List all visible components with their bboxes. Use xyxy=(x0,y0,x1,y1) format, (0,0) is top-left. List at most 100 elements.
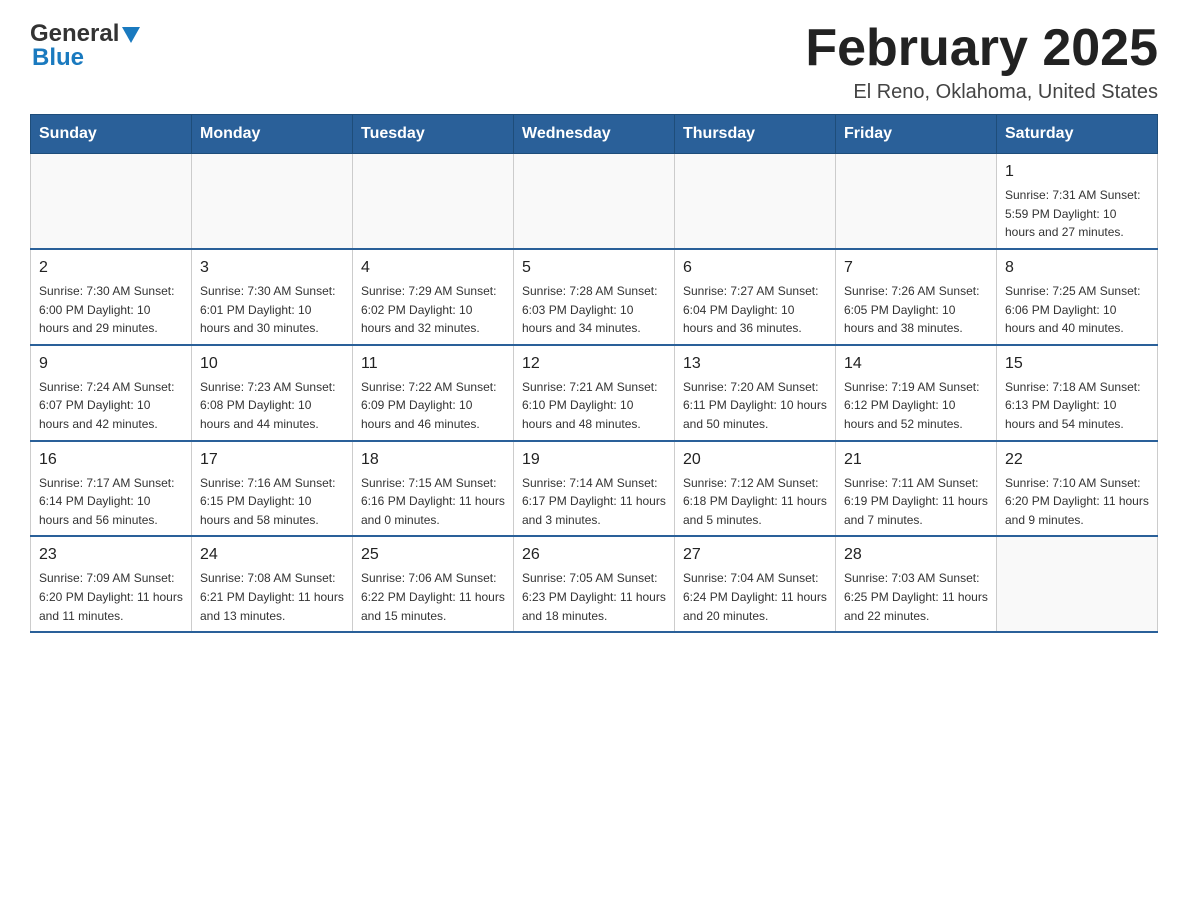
day-number: 24 xyxy=(200,543,344,567)
day-of-week-header: Tuesday xyxy=(353,115,514,154)
day-number: 28 xyxy=(844,543,988,567)
calendar-day-cell xyxy=(997,536,1158,632)
day-info: Sunrise: 7:30 AM Sunset: 6:01 PM Dayligh… xyxy=(200,282,344,338)
calendar-day-cell xyxy=(31,154,192,249)
calendar-day-cell xyxy=(675,154,836,249)
calendar-week-row: 1Sunrise: 7:31 AM Sunset: 5:59 PM Daylig… xyxy=(31,154,1158,249)
day-number: 13 xyxy=(683,352,827,376)
day-number: 22 xyxy=(1005,448,1149,472)
calendar-week-row: 23Sunrise: 7:09 AM Sunset: 6:20 PM Dayli… xyxy=(31,536,1158,632)
day-info: Sunrise: 7:21 AM Sunset: 6:10 PM Dayligh… xyxy=(522,378,666,434)
day-of-week-header: Thursday xyxy=(675,115,836,154)
calendar-day-cell: 11Sunrise: 7:22 AM Sunset: 6:09 PM Dayli… xyxy=(353,345,514,441)
day-info: Sunrise: 7:30 AM Sunset: 6:00 PM Dayligh… xyxy=(39,282,183,338)
day-number: 25 xyxy=(361,543,505,567)
calendar-day-cell: 5Sunrise: 7:28 AM Sunset: 6:03 PM Daylig… xyxy=(514,249,675,345)
day-number: 2 xyxy=(39,256,183,280)
day-number: 12 xyxy=(522,352,666,376)
day-number: 8 xyxy=(1005,256,1149,280)
calendar-day-cell: 3Sunrise: 7:30 AM Sunset: 6:01 PM Daylig… xyxy=(192,249,353,345)
calendar-day-cell: 12Sunrise: 7:21 AM Sunset: 6:10 PM Dayli… xyxy=(514,345,675,441)
day-info: Sunrise: 7:03 AM Sunset: 6:25 PM Dayligh… xyxy=(844,569,988,625)
calendar-day-cell: 7Sunrise: 7:26 AM Sunset: 6:05 PM Daylig… xyxy=(836,249,997,345)
calendar-day-cell: 18Sunrise: 7:15 AM Sunset: 6:16 PM Dayli… xyxy=(353,441,514,537)
day-info: Sunrise: 7:29 AM Sunset: 6:02 PM Dayligh… xyxy=(361,282,505,338)
logo-triangle-icon xyxy=(122,27,140,43)
day-number: 4 xyxy=(361,256,505,280)
day-number: 15 xyxy=(1005,352,1149,376)
calendar-day-cell: 10Sunrise: 7:23 AM Sunset: 6:08 PM Dayli… xyxy=(192,345,353,441)
calendar-week-row: 2Sunrise: 7:30 AM Sunset: 6:00 PM Daylig… xyxy=(31,249,1158,345)
day-number: 9 xyxy=(39,352,183,376)
day-of-week-header: Saturday xyxy=(997,115,1158,154)
day-number: 1 xyxy=(1005,160,1149,184)
day-number: 7 xyxy=(844,256,988,280)
calendar-day-cell: 28Sunrise: 7:03 AM Sunset: 6:25 PM Dayli… xyxy=(836,536,997,632)
day-info: Sunrise: 7:08 AM Sunset: 6:21 PM Dayligh… xyxy=(200,569,344,625)
day-info: Sunrise: 7:16 AM Sunset: 6:15 PM Dayligh… xyxy=(200,474,344,530)
calendar-day-cell: 20Sunrise: 7:12 AM Sunset: 6:18 PM Dayli… xyxy=(675,441,836,537)
day-info: Sunrise: 7:05 AM Sunset: 6:23 PM Dayligh… xyxy=(522,569,666,625)
day-number: 18 xyxy=(361,448,505,472)
calendar-day-cell: 16Sunrise: 7:17 AM Sunset: 6:14 PM Dayli… xyxy=(31,441,192,537)
day-info: Sunrise: 7:24 AM Sunset: 6:07 PM Dayligh… xyxy=(39,378,183,434)
calendar-day-cell: 14Sunrise: 7:19 AM Sunset: 6:12 PM Dayli… xyxy=(836,345,997,441)
day-number: 6 xyxy=(683,256,827,280)
calendar-table: SundayMondayTuesdayWednesdayThursdayFrid… xyxy=(30,114,1158,633)
day-number: 21 xyxy=(844,448,988,472)
day-info: Sunrise: 7:31 AM Sunset: 5:59 PM Dayligh… xyxy=(1005,186,1149,242)
day-number: 23 xyxy=(39,543,183,567)
title-block: February 2025 El Reno, Oklahoma, United … xyxy=(805,20,1158,104)
page-header: General Blue February 2025 El Reno, Okla… xyxy=(30,20,1158,104)
day-info: Sunrise: 7:09 AM Sunset: 6:20 PM Dayligh… xyxy=(39,569,183,625)
day-number: 26 xyxy=(522,543,666,567)
day-info: Sunrise: 7:19 AM Sunset: 6:12 PM Dayligh… xyxy=(844,378,988,434)
day-number: 27 xyxy=(683,543,827,567)
calendar-day-cell: 13Sunrise: 7:20 AM Sunset: 6:11 PM Dayli… xyxy=(675,345,836,441)
day-info: Sunrise: 7:20 AM Sunset: 6:11 PM Dayligh… xyxy=(683,378,827,434)
day-of-week-header: Monday xyxy=(192,115,353,154)
logo-text-blue: Blue xyxy=(32,44,84,72)
day-number: 19 xyxy=(522,448,666,472)
calendar-day-cell: 23Sunrise: 7:09 AM Sunset: 6:20 PM Dayli… xyxy=(31,536,192,632)
day-info: Sunrise: 7:04 AM Sunset: 6:24 PM Dayligh… xyxy=(683,569,827,625)
calendar-week-row: 16Sunrise: 7:17 AM Sunset: 6:14 PM Dayli… xyxy=(31,441,1158,537)
calendar-day-cell: 19Sunrise: 7:14 AM Sunset: 6:17 PM Dayli… xyxy=(514,441,675,537)
day-info: Sunrise: 7:12 AM Sunset: 6:18 PM Dayligh… xyxy=(683,474,827,530)
day-info: Sunrise: 7:25 AM Sunset: 6:06 PM Dayligh… xyxy=(1005,282,1149,338)
day-info: Sunrise: 7:23 AM Sunset: 6:08 PM Dayligh… xyxy=(200,378,344,434)
calendar-day-cell: 26Sunrise: 7:05 AM Sunset: 6:23 PM Dayli… xyxy=(514,536,675,632)
calendar-day-cell: 1Sunrise: 7:31 AM Sunset: 5:59 PM Daylig… xyxy=(997,154,1158,249)
day-info: Sunrise: 7:27 AM Sunset: 6:04 PM Dayligh… xyxy=(683,282,827,338)
day-info: Sunrise: 7:10 AM Sunset: 6:20 PM Dayligh… xyxy=(1005,474,1149,530)
day-of-week-header: Wednesday xyxy=(514,115,675,154)
calendar-day-cell: 27Sunrise: 7:04 AM Sunset: 6:24 PM Dayli… xyxy=(675,536,836,632)
calendar-subtitle: El Reno, Oklahoma, United States xyxy=(805,81,1158,104)
day-info: Sunrise: 7:11 AM Sunset: 6:19 PM Dayligh… xyxy=(844,474,988,530)
day-info: Sunrise: 7:17 AM Sunset: 6:14 PM Dayligh… xyxy=(39,474,183,530)
calendar-day-cell: 15Sunrise: 7:18 AM Sunset: 6:13 PM Dayli… xyxy=(997,345,1158,441)
day-info: Sunrise: 7:28 AM Sunset: 6:03 PM Dayligh… xyxy=(522,282,666,338)
day-number: 20 xyxy=(683,448,827,472)
calendar-day-cell: 4Sunrise: 7:29 AM Sunset: 6:02 PM Daylig… xyxy=(353,249,514,345)
day-info: Sunrise: 7:22 AM Sunset: 6:09 PM Dayligh… xyxy=(361,378,505,434)
logo: General Blue xyxy=(30,20,140,72)
calendar-day-cell xyxy=(836,154,997,249)
calendar-day-cell xyxy=(353,154,514,249)
day-info: Sunrise: 7:15 AM Sunset: 6:16 PM Dayligh… xyxy=(361,474,505,530)
calendar-day-cell xyxy=(192,154,353,249)
day-number: 16 xyxy=(39,448,183,472)
day-of-week-header: Sunday xyxy=(31,115,192,154)
day-info: Sunrise: 7:14 AM Sunset: 6:17 PM Dayligh… xyxy=(522,474,666,530)
calendar-week-row: 9Sunrise: 7:24 AM Sunset: 6:07 PM Daylig… xyxy=(31,345,1158,441)
day-number: 10 xyxy=(200,352,344,376)
calendar-day-cell: 17Sunrise: 7:16 AM Sunset: 6:15 PM Dayli… xyxy=(192,441,353,537)
calendar-header-row: SundayMondayTuesdayWednesdayThursdayFrid… xyxy=(31,115,1158,154)
day-number: 17 xyxy=(200,448,344,472)
calendar-day-cell: 8Sunrise: 7:25 AM Sunset: 6:06 PM Daylig… xyxy=(997,249,1158,345)
day-number: 5 xyxy=(522,256,666,280)
day-number: 3 xyxy=(200,256,344,280)
calendar-day-cell: 9Sunrise: 7:24 AM Sunset: 6:07 PM Daylig… xyxy=(31,345,192,441)
calendar-day-cell: 21Sunrise: 7:11 AM Sunset: 6:19 PM Dayli… xyxy=(836,441,997,537)
calendar-day-cell xyxy=(514,154,675,249)
